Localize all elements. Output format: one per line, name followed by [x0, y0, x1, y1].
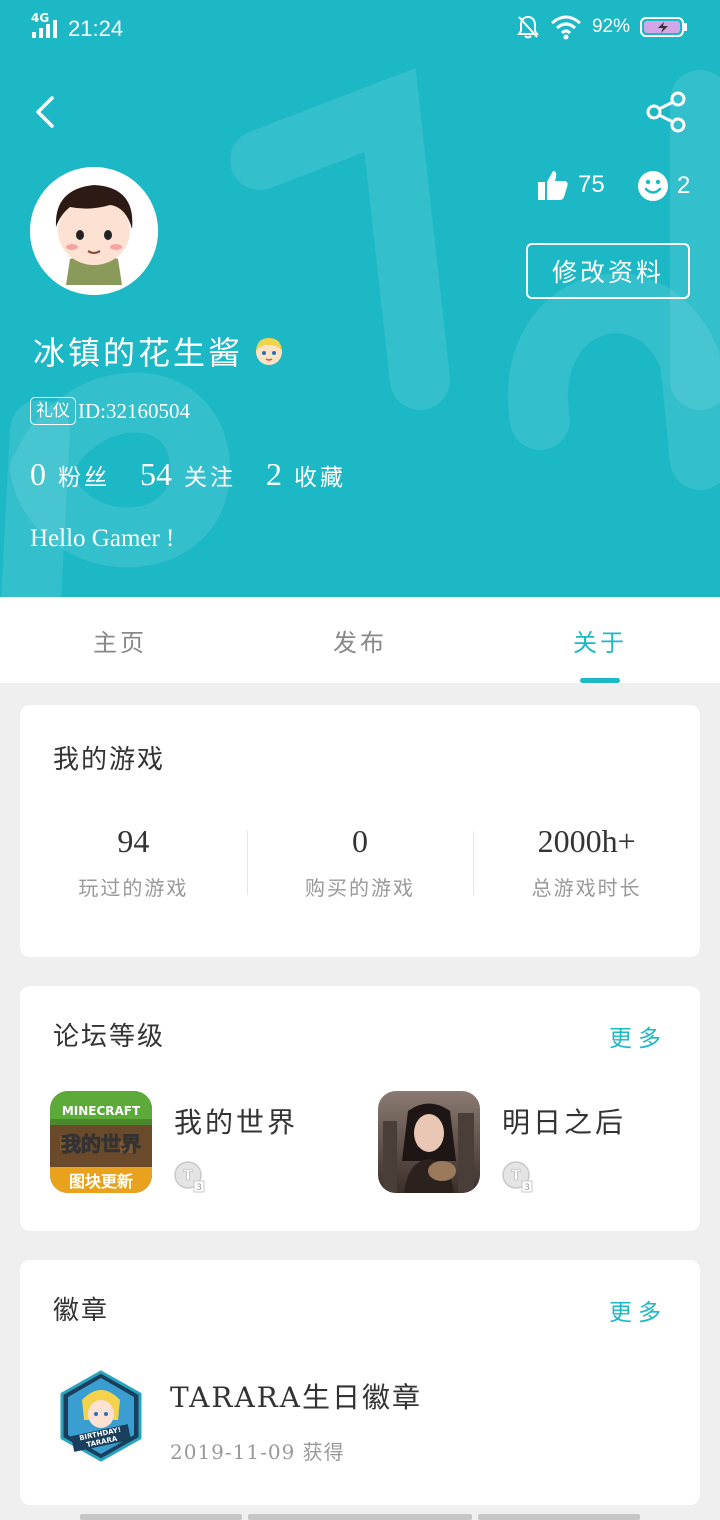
- id-row: 礼仪 ID:32160504: [30, 397, 190, 425]
- follow-stats: 0 粉丝 54 关注 2 收藏: [30, 456, 376, 493]
- user-emoji-icon: [256, 338, 283, 365]
- fav-label[interactable]: 收藏: [294, 458, 346, 492]
- minecraft-icon-bottom: 图块更新: [69, 1172, 133, 1191]
- profile-header: 4G 21:24 92% 75 2 修改资料 冰镇的花生酱 礼仪 ID:3216…: [0, 0, 720, 597]
- smiles-count: 2: [677, 172, 691, 199]
- username-text: 冰镇的花生酱: [33, 334, 244, 372]
- status-time: 21:24: [68, 16, 124, 41]
- stat-value: 94: [117, 823, 150, 859]
- status-bar: 4G 21:24 92%: [0, 0, 720, 58]
- stat-label: 玩过的游戏: [78, 876, 189, 900]
- fav-count[interactable]: 2: [266, 456, 282, 493]
- edit-profile-button[interactable]: 修改资料: [526, 243, 690, 299]
- playtime-stat[interactable]: 2000h+ 总游戏时长: [473, 823, 700, 901]
- played-games-stat[interactable]: 94 玩过的游戏: [20, 823, 247, 901]
- share-button[interactable]: [644, 90, 688, 134]
- follow-label[interactable]: 关注: [184, 458, 236, 492]
- battery-icon: [640, 17, 687, 37]
- fans-count[interactable]: 0: [30, 456, 46, 493]
- back-button[interactable]: [28, 92, 64, 132]
- username: 冰镇的花生酱: [33, 328, 285, 374]
- smiles-stat: 2: [637, 170, 690, 202]
- avatar[interactable]: [30, 167, 158, 295]
- smile-icon: [638, 171, 668, 201]
- forum-item-lifeafter[interactable]: 明日之后 T 3: [378, 1091, 626, 1197]
- forum-level-title: 论坛等级: [53, 1022, 166, 1052]
- bio-text: Hello Gamer !: [30, 525, 175, 552]
- badge-date: 2019-11-09 获得: [170, 1440, 345, 1464]
- battery-percent: 92%: [591, 16, 630, 37]
- bottom-divider: [478, 1514, 640, 1520]
- avatar-image: [30, 167, 158, 295]
- my-games-title: 我的游戏: [53, 745, 166, 775]
- follow-count[interactable]: 54: [140, 456, 172, 493]
- stat-label: 总游戏时长: [531, 876, 642, 900]
- tab-about[interactable]: 关于: [480, 597, 720, 683]
- game-stats: 94 玩过的游戏 0 购买的游戏 2000h+ 总游戏时长: [20, 823, 700, 901]
- bottom-divider: [248, 1514, 472, 1520]
- svg-text:3: 3: [524, 1183, 530, 1193]
- svg-text:3: 3: [196, 1183, 202, 1193]
- minecraft-game-icon: MINECRAFT 我的世界 图块更新: [50, 1091, 152, 1193]
- fans-label[interactable]: 粉丝: [58, 458, 110, 492]
- minecraft-icon-title: 我的世界: [61, 1132, 141, 1156]
- level-t3-icon: T 3: [174, 1161, 205, 1193]
- profile-tabs: 主页 发布 关于: [0, 597, 720, 683]
- thumbs-up-icon: [538, 171, 568, 200]
- user-id: ID:32160504: [78, 398, 190, 423]
- badge-name: TARARA生日徽章: [170, 1381, 422, 1414]
- forum-game-name: 明日之后: [502, 1106, 627, 1139]
- mute-bell-icon: [517, 15, 539, 39]
- likes-count: 75: [578, 171, 605, 198]
- forum-more-link[interactable]: 更多: [609, 1019, 667, 1053]
- minecraft-icon-top: MINECRAFT: [62, 1104, 141, 1118]
- bottom-divider: [80, 1514, 242, 1520]
- forum-level-card: 论坛等级 更多 MINECRAFT 我的世界 图块更新 我的世界 T 3 明日之…: [20, 986, 700, 1231]
- forum-game-name: 我的世界: [174, 1106, 299, 1139]
- lifeafter-game-icon: [378, 1091, 480, 1193]
- tab-active-indicator: [580, 678, 620, 683]
- tab-posts[interactable]: 发布: [240, 597, 480, 683]
- badges-more-link[interactable]: 更多: [609, 1293, 667, 1327]
- svg-text:T: T: [183, 1168, 193, 1184]
- etiquette-tag[interactable]: 礼仪: [30, 397, 76, 425]
- tab-home[interactable]: 主页: [0, 597, 240, 683]
- badges-card: 徽章 更多 BIRTHDAY! TARARA TARARA生日徽章 2019-1…: [20, 1260, 700, 1505]
- stat-label: 购买的游戏: [305, 876, 415, 900]
- wifi-icon: [550, 15, 581, 40]
- badge-item[interactable]: BIRTHDAY! TARARA TARARA生日徽章 2019-11-09 获…: [60, 1370, 422, 1465]
- stat-value: 0: [352, 823, 368, 859]
- level-t3-icon: T 3: [502, 1161, 533, 1193]
- stat-value: 2000h+: [537, 823, 636, 859]
- signal-icon: [32, 20, 57, 38]
- svg-text:T: T: [511, 1168, 521, 1184]
- badges-title: 徽章: [53, 1296, 110, 1326]
- my-games-card: 我的游戏 94 玩过的游戏 0 购买的游戏 2000h+ 总游戏时长: [20, 705, 700, 957]
- tarara-birthday-badge-icon: BIRTHDAY! TARARA: [60, 1370, 142, 1462]
- forum-item-minecraft[interactable]: MINECRAFT 我的世界 图块更新 我的世界 T 3: [50, 1091, 298, 1197]
- purchased-games-stat[interactable]: 0 购买的游戏: [246, 823, 474, 901]
- likes-stat: 75: [536, 168, 605, 202]
